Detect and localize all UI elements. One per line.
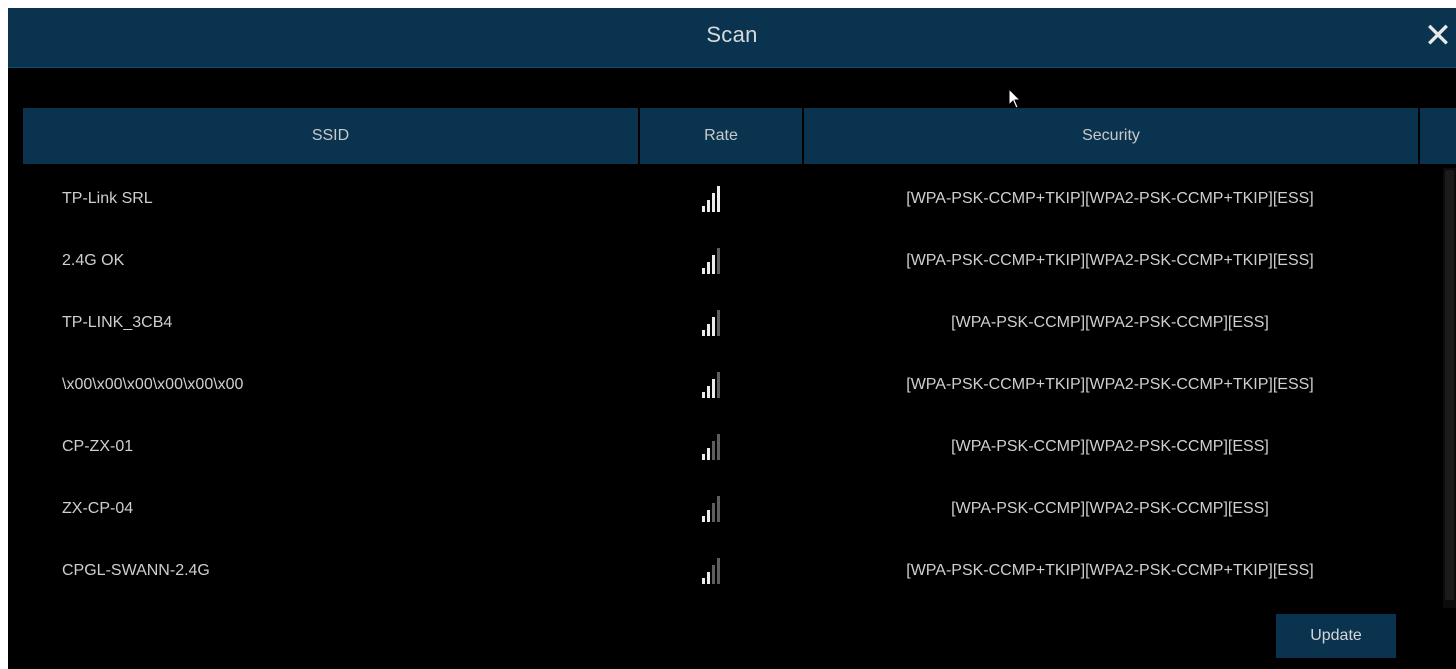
network-row[interactable]: 2.4G OK [WPA-PSK-CCMP+TKIP][WPA2-PSK-CCMP…: [23, 230, 1443, 292]
dialog-titlebar: Scan ✕: [8, 8, 1456, 68]
signal-bar: [717, 558, 720, 584]
signal-bar: [702, 516, 705, 522]
wifi-signal-icon: [702, 494, 724, 522]
column-header-ssid[interactable]: SSID: [23, 108, 638, 164]
security-cell: [WPA-PSK-CCMP+TKIP][WPA2-PSK-CCMP+TKIP][…: [906, 376, 1314, 393]
signal-bar: [707, 510, 710, 522]
rate-cell: [638, 168, 802, 230]
signal-bar: [707, 448, 710, 460]
ssid-cell: CP-ZX-01: [62, 438, 134, 455]
signal-bar: [702, 206, 705, 212]
signal-bar: [707, 262, 710, 274]
update-button[interactable]: Update: [1276, 614, 1396, 658]
signal-bar: [707, 324, 710, 336]
column-header-security[interactable]: Security: [802, 108, 1418, 164]
network-row[interactable]: ZX-CP-04 [WPA-PSK-CCMP][WPA2-PSK-CCMP][ES…: [23, 478, 1443, 540]
ssid-cell: CPGL-SWANN-2.4G: [62, 562, 210, 579]
security-cell: [WPA-PSK-CCMP+TKIP][WPA2-PSK-CCMP+TKIP][…: [906, 190, 1314, 207]
signal-bar: [712, 503, 715, 522]
signal-bar: [712, 441, 715, 460]
signal-bar: [712, 379, 715, 398]
wifi-signal-icon: [702, 556, 724, 584]
network-row[interactable]: TP-LINK_3CB4 [WPA-PSK-CCMP][WPA2-PSK-CCMP…: [23, 292, 1443, 354]
wifi-signal-icon: [702, 184, 724, 212]
signal-bar: [717, 496, 720, 522]
security-cell: [WPA-PSK-CCMP][WPA2-PSK-CCMP][ESS]: [951, 314, 1269, 331]
security-cell: [WPA-PSK-CCMP+TKIP][WPA2-PSK-CCMP+TKIP][…: [906, 252, 1314, 269]
network-row[interactable]: CPGL-SWANN-2.4G [WPA-PSK-CCMP+TKIP][WPA2-…: [23, 540, 1443, 602]
ssid-cell: 2.4G OK: [62, 252, 125, 269]
scrollbar-thumb[interactable]: [1445, 170, 1454, 600]
signal-bar: [717, 186, 720, 212]
close-icon[interactable]: ✕: [1420, 14, 1456, 58]
security-cell: [WPA-PSK-CCMP][WPA2-PSK-CCMP][ESS]: [951, 438, 1269, 455]
signal-bar: [702, 454, 705, 460]
signal-bar: [702, 330, 705, 336]
signal-bar: [707, 200, 710, 212]
signal-bar: [717, 434, 720, 460]
security-cell: [WPA-PSK-CCMP+TKIP][WPA2-PSK-CCMP+TKIP][…: [906, 562, 1314, 579]
signal-bar: [707, 386, 710, 398]
dialog-title: Scan: [706, 22, 758, 47]
wifi-signal-icon: [702, 432, 724, 460]
rate-cell: [638, 230, 802, 292]
table-header: SSID Rate Security: [23, 108, 1456, 164]
rate-cell: [638, 478, 802, 540]
signal-bar: [712, 565, 715, 584]
scan-dialog: Scan ✕ SSID Rate Security TP-Link SRL [WP…: [8, 8, 1456, 669]
signal-bar: [707, 572, 710, 584]
security-cell: [WPA-PSK-CCMP][WPA2-PSK-CCMP][ESS]: [951, 500, 1269, 517]
column-header-extra: [1418, 108, 1456, 164]
ssid-cell: TP-LINK_3CB4: [62, 314, 173, 331]
signal-bar: [712, 193, 715, 212]
signal-bar: [717, 248, 720, 274]
wifi-signal-icon: [702, 246, 724, 274]
signal-bar: [717, 310, 720, 336]
wifi-signal-icon: [702, 308, 724, 336]
rate-cell: [638, 292, 802, 354]
network-row[interactable]: CP-ZX-01 [WPA-PSK-CCMP][WPA2-PSK-CCMP][ES…: [23, 416, 1443, 478]
signal-bar: [702, 268, 705, 274]
rate-cell: [638, 354, 802, 416]
column-header-rate[interactable]: Rate: [638, 108, 802, 164]
rate-cell: [638, 416, 802, 478]
wifi-signal-icon: [702, 370, 724, 398]
signal-bar: [702, 392, 705, 398]
signal-bar: [717, 372, 720, 398]
network-list: TP-Link SRL [WPA-PSK-CCMP+TKIP][WPA2-PSK-…: [23, 168, 1443, 608]
ssid-cell: ZX-CP-04: [62, 500, 134, 517]
mouse-cursor-icon: [1008, 88, 1022, 109]
signal-bar: [712, 255, 715, 274]
network-row[interactable]: TP-Link SRL [WPA-PSK-CCMP+TKIP][WPA2-PSK-…: [23, 168, 1443, 230]
ssid-cell: \x00\x00\x00\x00\x00\x00: [62, 376, 244, 393]
ssid-cell: TP-Link SRL: [62, 190, 153, 207]
signal-bar: [712, 317, 715, 336]
rate-cell: [638, 540, 802, 602]
network-row[interactable]: \x00\x00\x00\x00\x00\x00 [WPA-PSK-CCMP+TK…: [23, 354, 1443, 416]
signal-bar: [702, 578, 705, 584]
